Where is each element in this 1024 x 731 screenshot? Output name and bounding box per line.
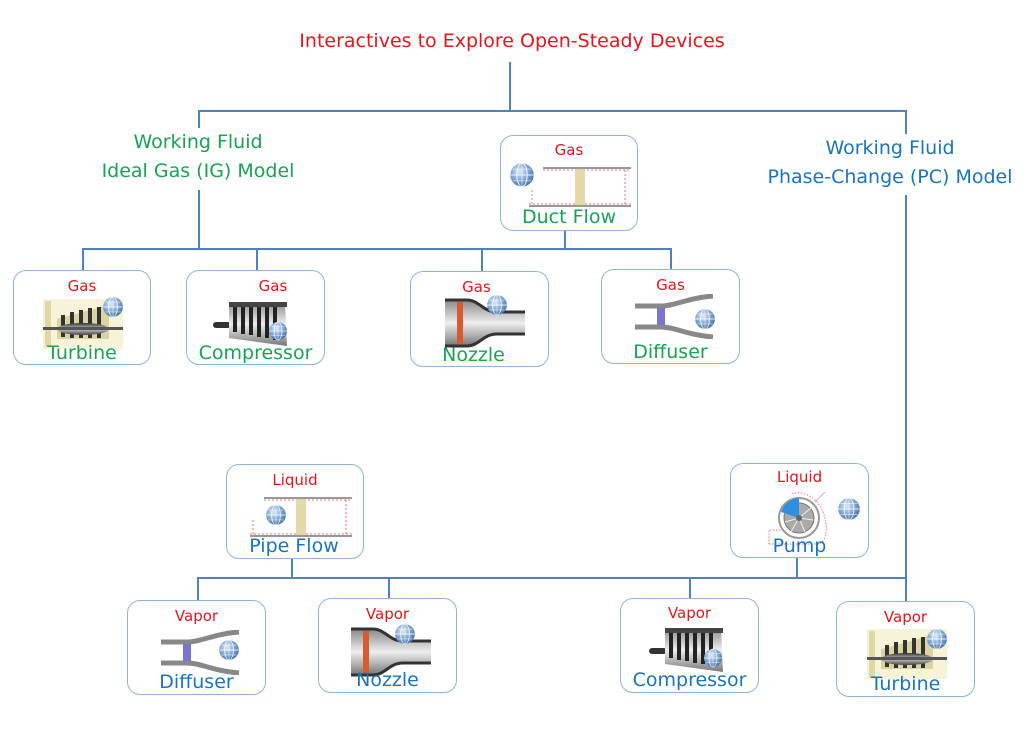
connector-line (197, 577, 199, 601)
node-name: Turbine (47, 342, 117, 364)
node-name: Duct Flow (522, 206, 616, 228)
fluid-label: Gas (656, 276, 685, 294)
globe-icon (926, 628, 948, 650)
node-name: Diffuser (159, 671, 234, 693)
duct-flow-icon (523, 164, 633, 209)
diagram-title: Interactives to Explore Open-Steady Devi… (299, 30, 725, 52)
pipe-flow-icon (244, 494, 354, 539)
fluid-label: Liquid (272, 471, 318, 489)
connector-line (564, 230, 566, 250)
connector-line (82, 248, 672, 250)
globe-icon (102, 296, 124, 318)
globe-icon (268, 321, 288, 341)
node-name: Compressor (632, 669, 747, 691)
globe-icon (703, 648, 723, 668)
connector-line (481, 248, 483, 272)
fluid-label: Gas (554, 141, 584, 159)
fluid-label: Vapor (667, 604, 712, 622)
pc-compressor-node[interactable]: Vapor Compressor (620, 598, 759, 693)
ideal-gas-branch-label: Working Fluid Ideal Gas (IG) Model (78, 128, 318, 186)
nozzle-icon (445, 298, 525, 348)
phase-change-branch-label: Working Fluid Phase-Change (PC) Model (752, 134, 1024, 192)
fluid-label: Vapor (174, 607, 219, 625)
node-name: Pump (772, 535, 827, 557)
ig-turbine-node[interactable]: Gas Turbine (13, 270, 151, 365)
phase-change-label-line2: Phase-Change (PC) Model (767, 166, 1013, 188)
connector-line (388, 577, 390, 599)
ideal-gas-label-line1: Working Fluid (133, 131, 263, 153)
globe-icon (218, 639, 240, 661)
fluid-label: Gas (67, 277, 97, 295)
globe-icon (265, 504, 287, 526)
node-name: Nozzle (442, 344, 505, 366)
fluid-label: Liquid (776, 468, 823, 486)
fluid-label: Vapor (365, 605, 410, 623)
globe-icon (486, 294, 508, 316)
ig-nozzle-node[interactable]: Gas Nozzle (410, 271, 549, 367)
ig-compressor-node[interactable]: Gas Compressor (186, 270, 325, 365)
node-name: Nozzle (356, 669, 419, 691)
connector-line (905, 195, 907, 603)
fluid-label: Gas (462, 278, 491, 296)
globe-icon (694, 308, 716, 330)
pc-turbine-node[interactable]: Vapor Turbine (836, 601, 975, 697)
connector-line (796, 558, 798, 578)
globe-icon (837, 497, 861, 521)
connector-line (198, 190, 200, 250)
connector-line (256, 248, 258, 270)
connector-line (670, 248, 672, 270)
ig-diffuser-node[interactable]: Gas Diffuser (601, 269, 740, 364)
fluid-label: Gas (258, 277, 288, 295)
connector-line (905, 110, 907, 134)
connector-line (82, 248, 84, 270)
ig-duct-flow-node[interactable]: Gas Duct Flow (500, 135, 638, 231)
phase-change-label-line1: Working Fluid (825, 137, 955, 159)
pc-diffuser-node[interactable]: Vapor Diffuser (127, 600, 266, 695)
pc-pump-node[interactable]: Liquid Pump (730, 463, 869, 558)
connector-line (197, 577, 907, 579)
node-name: Compressor (198, 342, 313, 364)
node-name: Pipe Flow (249, 535, 339, 557)
pc-nozzle-node[interactable]: Vapor Nozzle (318, 598, 457, 693)
connector-line (509, 62, 511, 112)
fluid-label: Vapor (883, 608, 928, 626)
node-name: Diffuser (633, 341, 708, 363)
globe-icon (394, 623, 416, 645)
ideal-gas-label-line2: Ideal Gas (IG) Model (101, 160, 295, 182)
node-name: Turbine (870, 673, 941, 695)
connector-line (689, 577, 691, 599)
connector-line (198, 110, 907, 112)
connector-line (291, 558, 293, 578)
pc-pipe-flow-node[interactable]: Liquid Pipe Flow (226, 464, 364, 559)
